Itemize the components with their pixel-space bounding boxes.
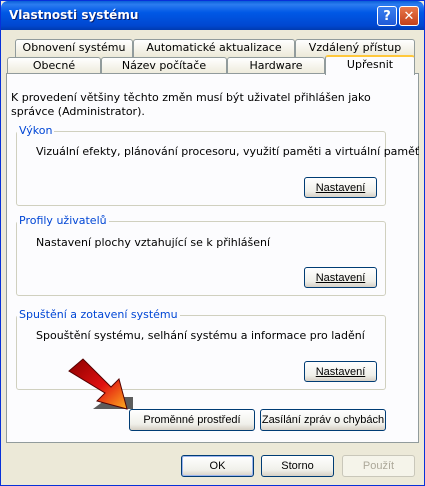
performance-settings-label: Nastavení [315,181,366,194]
environment-variables-button[interactable]: Proměnné prostředí [129,409,255,431]
title-bar[interactable]: Vlastnosti systému ? ✕ [1,1,424,30]
system-properties-window: Vlastnosti systému ? ✕ Obnovení systému … [0,0,425,486]
user-profiles-settings-label: Nastavení [315,271,366,284]
user-profiles-settings-button[interactable]: Nastavení [304,267,377,288]
error-reporting-label: Zasílání zpráv o chybách [261,414,385,426]
tab-automatic-updates[interactable]: Automatické aktualizace [133,39,295,57]
help-button[interactable]: ? [377,6,397,26]
cancel-button[interactable]: Storno [261,455,334,477]
admin-notice: K provedení většiny těchto změn musí být… [11,91,371,118]
startup-recovery-description: Spouštění systému, selhání systému a inf… [36,329,365,342]
close-button[interactable]: ✕ [399,6,419,26]
ok-label: OK [209,460,226,472]
tab-advanced[interactable]: Upřesnit [325,55,415,75]
user-profiles-group-label: Profily uživatelů [17,214,109,227]
apply-label: Použít [362,460,395,472]
error-reporting-button[interactable]: Zasílání zpráv o chybách [260,409,386,431]
tab-system-restore[interactable]: Obnovení systému [15,39,133,57]
performance-group-label: Výkon [17,124,55,137]
startup-recovery-settings-button[interactable]: Nastavení [304,361,377,382]
performance-settings-button[interactable]: Nastavení [304,177,377,198]
cancel-label: Storno [281,460,314,472]
startup-recovery-group-label: Spuštění a zotavení systému [17,308,180,321]
startup-recovery-settings-label: Nastavení [315,365,366,378]
window-title: Vlastnosti systému [9,8,139,22]
user-profiles-description: Nastavení plochy vztahující se k přihláš… [36,236,271,249]
apply-button[interactable]: Použít [342,455,415,477]
arrow-pointer-icon [68,358,133,410]
performance-description: Vizuální efekty, plánování procesoru, vy… [36,145,420,158]
ok-button[interactable]: OK [181,455,254,477]
environment-variables-label: Proměnné prostředí [143,414,241,426]
